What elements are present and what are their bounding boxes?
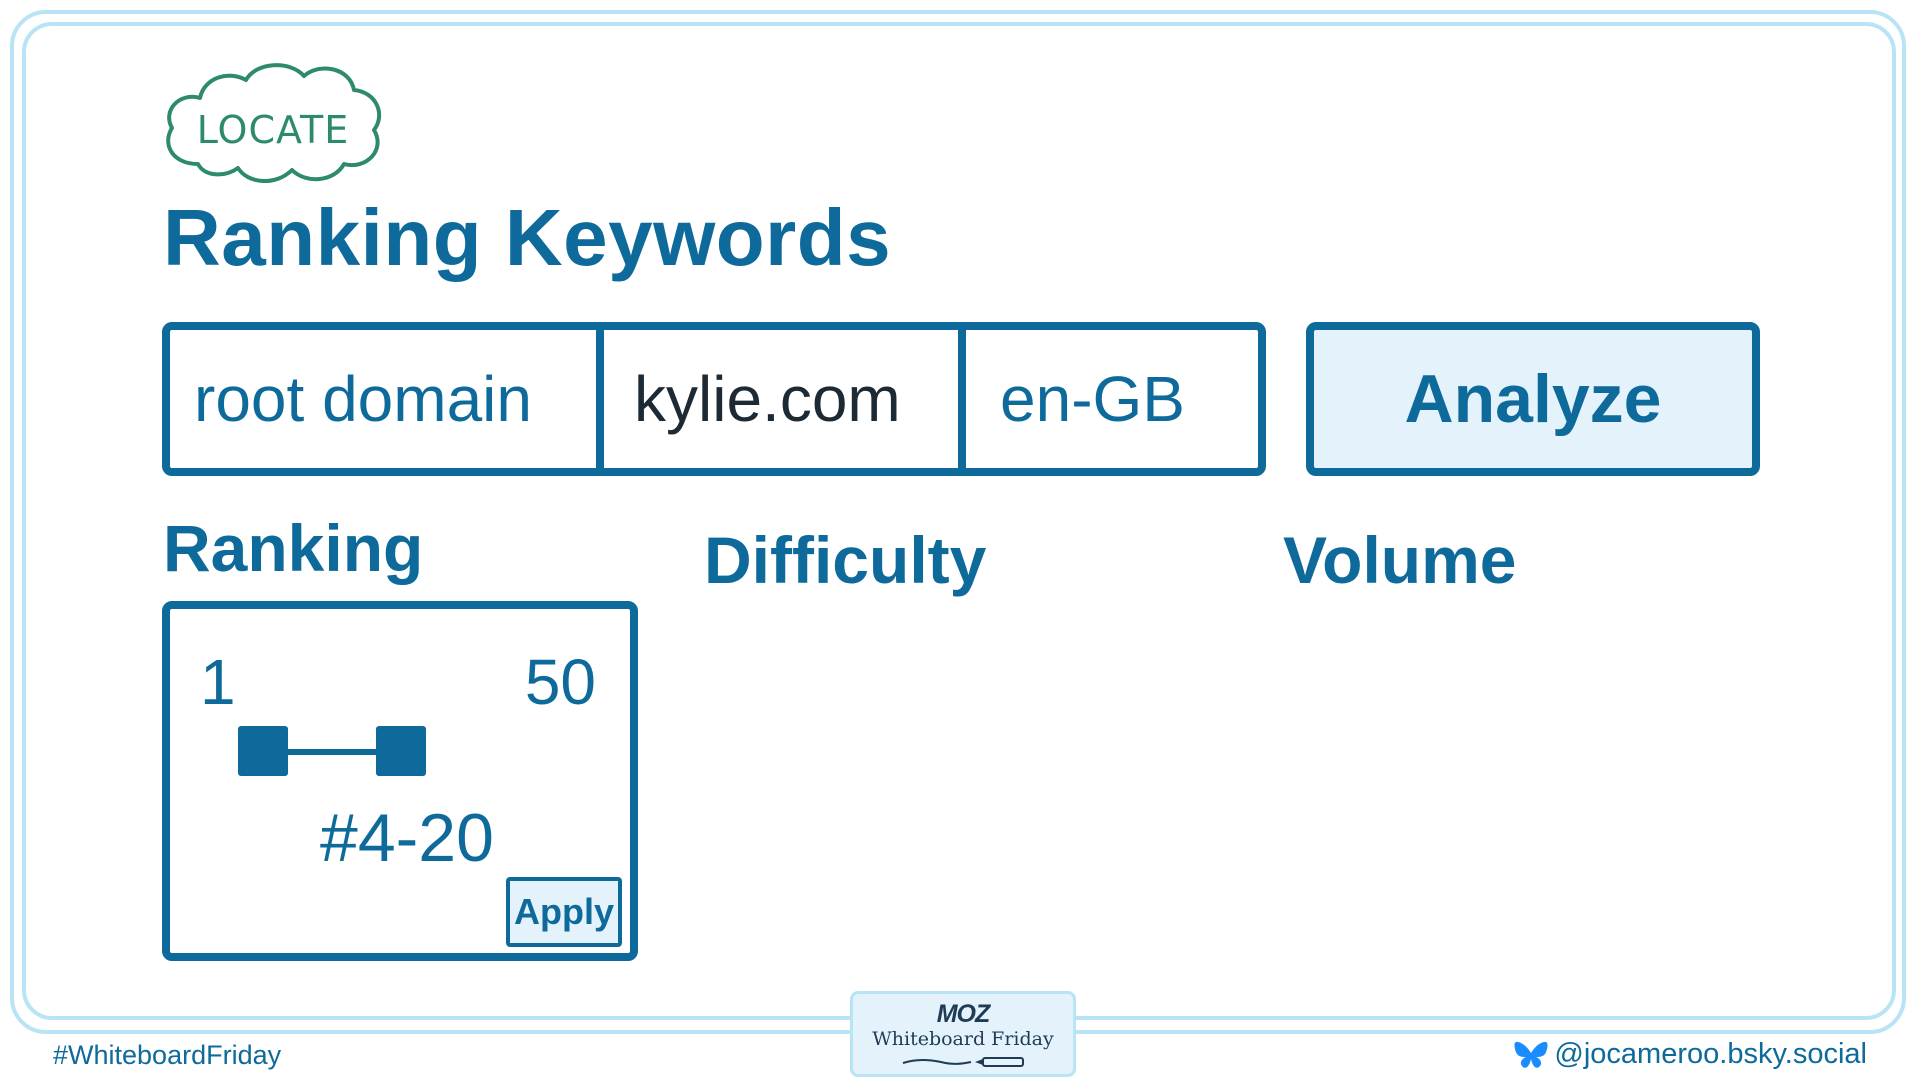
brand-name: Whiteboard Friday [872,1028,1054,1050]
social-handle[interactable]: @jocameroo.bsky.social [1514,1038,1867,1071]
domain-input[interactable]: kylie.com [604,330,966,468]
marker-doodle-icon [902,1057,1024,1067]
ranking-filter-panel: 1 50 #4-20 Apply [162,601,638,961]
range-min-label: 1 [200,646,236,718]
analyze-button[interactable]: Analyze [1306,322,1760,476]
apply-button[interactable]: Apply [506,877,622,947]
whiteboard-slide: LOCATE Ranking Keywords root domain kyli… [0,0,1920,1080]
filter-difficulty-label[interactable]: Difficulty [704,522,986,598]
search-bar: root domain kylie.com en-GB [162,322,1266,476]
locate-badge-label: LOCATE [196,108,350,152]
filter-ranking-label[interactable]: Ranking [163,510,423,586]
locate-badge: LOCATE [158,52,388,192]
social-handle-text: @jocameroo.bsky.social [1554,1038,1867,1070]
locale-select[interactable]: en-GB [966,330,1258,468]
selected-range-readout: #4-20 [320,800,494,876]
page-title: Ranking Keywords [163,193,892,282]
footer-hashtag: #WhiteboardFriday [53,1040,282,1070]
butterfly-icon [1514,1041,1548,1068]
search-type-select[interactable]: root domain [170,330,604,468]
range-max-label: 50 [524,646,596,718]
range-slider-handle-high[interactable] [376,726,426,776]
brand-logo: MOZ [936,1000,991,1028]
filter-volume-label[interactable]: Volume [1283,522,1516,598]
brand-badge: MOZ Whiteboard Friday [850,991,1076,1077]
range-slider-handle-low[interactable] [238,726,288,776]
